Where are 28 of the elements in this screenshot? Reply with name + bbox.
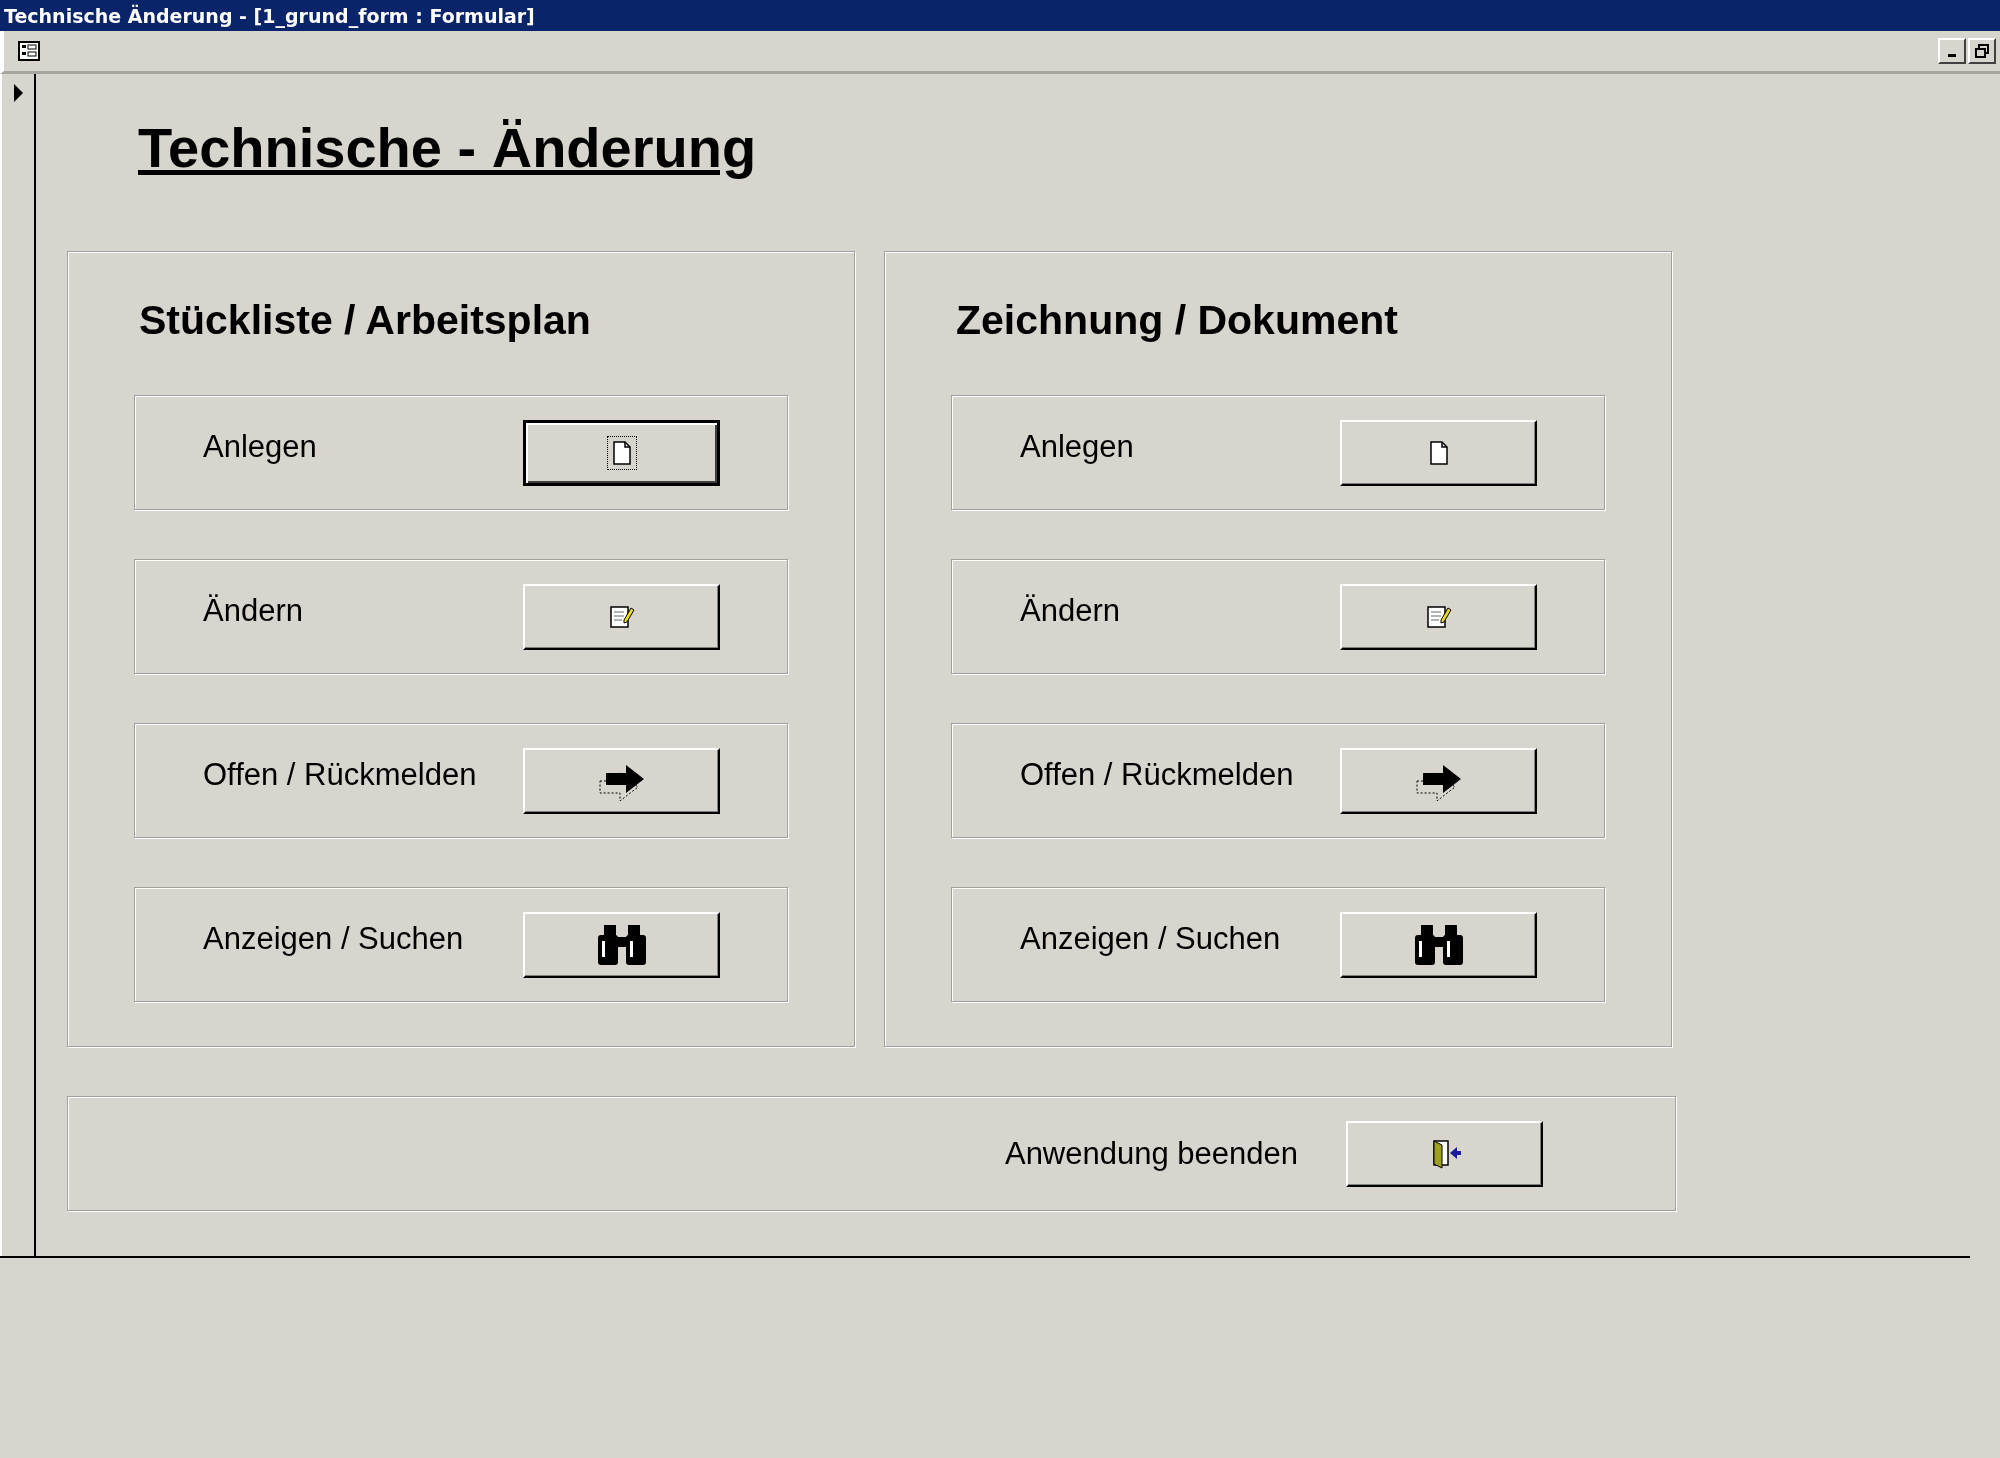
action-label: Anzeigen / Suchen <box>203 920 464 957</box>
exit-label: Anwendung beenden <box>1004 1135 1298 1172</box>
action-label: Offen / Rückmelden <box>203 756 477 793</box>
action-label: Anzeigen / Suchen <box>1020 920 1281 957</box>
restore-button[interactable] <box>1968 38 1996 64</box>
record-selector[interactable] <box>0 74 36 1256</box>
document-icon <box>611 440 632 465</box>
edit-document-icon <box>608 603 635 630</box>
action-button[interactable] <box>523 419 720 486</box>
action-label: Anlegen <box>203 428 317 465</box>
restore-icon <box>1975 44 1989 58</box>
document-icon <box>1428 440 1449 465</box>
exit-button[interactable] <box>1346 1120 1543 1187</box>
form-view-icon[interactable] <box>18 41 40 61</box>
minimize-icon <box>1948 53 1956 57</box>
current-record-icon <box>11 82 25 104</box>
edit-document-icon <box>1425 603 1452 630</box>
action-label: Anlegen <box>1020 428 1134 465</box>
form-heading: Technische - Änderung <box>138 115 757 181</box>
group-title: Stückliste / Arbeitsplan <box>139 296 591 346</box>
action-label: Ändern <box>203 592 303 629</box>
group-title: Zeichnung / Dokument <box>956 296 1398 346</box>
minimize-button[interactable] <box>1938 38 1966 64</box>
action-label: Ändern <box>1020 592 1120 629</box>
binoculars-icon <box>1412 922 1465 967</box>
window-title: Technische Änderung - [1_grund_form : Formular] <box>4 4 535 27</box>
binoculars-icon <box>595 922 648 967</box>
action-label: Offen / Rückmelden <box>1020 756 1294 793</box>
